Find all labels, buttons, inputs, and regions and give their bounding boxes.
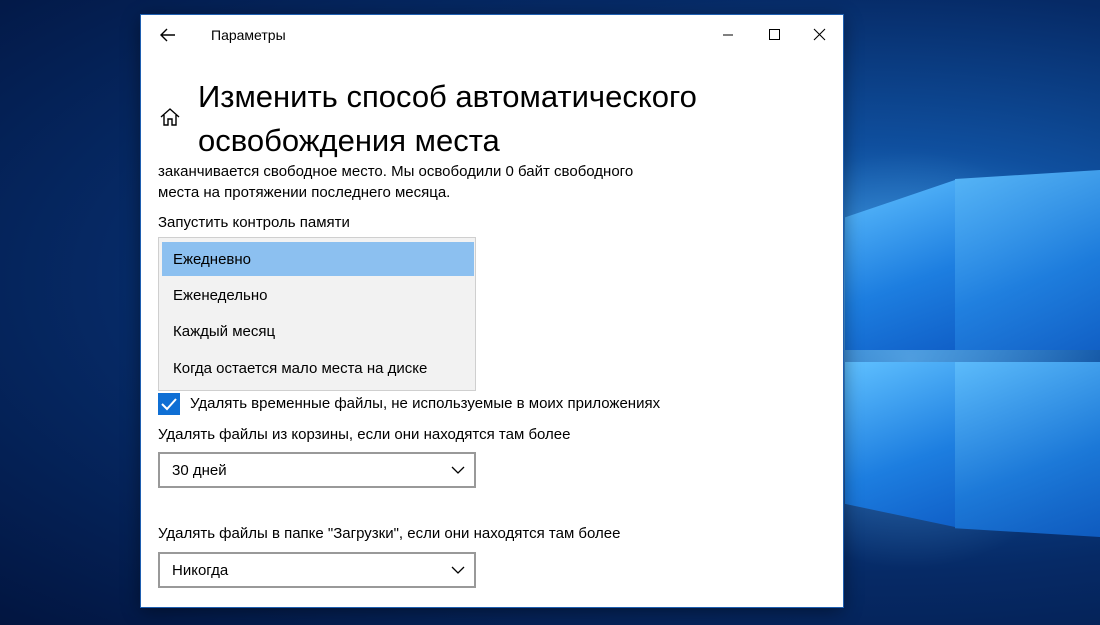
windows-logo-pane [845, 362, 955, 527]
description-line: места на протяжении последнего месяца. [158, 184, 451, 201]
home-icon [160, 108, 180, 126]
page-title-line: Изменить способ автоматического [198, 79, 697, 114]
chevron-down-icon [451, 566, 465, 574]
back-button[interactable] [155, 23, 181, 47]
maximize-button[interactable] [751, 15, 797, 55]
back-arrow-icon [160, 28, 175, 42]
maximize-icon [769, 29, 780, 40]
settings-window: Параметры Изменить способ автоматическог… [141, 15, 843, 607]
run-storage-sense-label: Запустить контроль памяти [158, 214, 350, 231]
description-text: заканчивается свободное место. Мы освобо… [158, 161, 718, 203]
recycle-bin-label: Удалять файлы из корзины, если они наход… [158, 426, 571, 443]
option-weekly[interactable]: Еженедельно [162, 278, 474, 312]
option-daily[interactable]: Ежедневно [162, 242, 474, 276]
page-title: Изменить способ автоматического освобожд… [198, 75, 758, 163]
run-frequency-dropdown-list: Ежедневно Еженедельно Каждый месяц Когда… [158, 237, 476, 391]
chevron-down-icon [451, 466, 465, 474]
option-monthly[interactable]: Каждый месяц [162, 314, 474, 348]
close-icon [813, 28, 826, 41]
temp-files-checkbox[interactable] [158, 393, 180, 415]
minimize-button[interactable] [705, 15, 751, 55]
option-low-disk-space[interactable]: Когда остается мало места на диске [162, 351, 474, 385]
temp-files-label: Удалять временные файлы, не используемые… [190, 395, 661, 412]
windows-logo-pane [955, 170, 1100, 350]
page-title-line: освобождения места [198, 123, 500, 158]
close-button[interactable] [797, 15, 843, 55]
checkmark-icon [161, 398, 177, 411]
temp-files-setting: Удалять временные файлы, не используемые… [158, 391, 718, 415]
title-bar: Параметры [141, 15, 843, 55]
recycle-bin-value: 30 дней [172, 462, 227, 479]
downloads-value: Никогда [172, 562, 229, 579]
description-line: заканчивается свободное место. Мы освобо… [158, 163, 634, 180]
downloads-label: Удалять файлы в папке "Загрузки", если о… [158, 525, 621, 542]
recycle-bin-select[interactable]: 30 дней [158, 452, 476, 488]
windows-logo-pane [955, 362, 1100, 537]
app-title: Параметры [211, 27, 286, 43]
home-button[interactable] [158, 105, 182, 129]
downloads-select[interactable]: Никогда [158, 552, 476, 588]
minimize-icon [723, 34, 733, 36]
